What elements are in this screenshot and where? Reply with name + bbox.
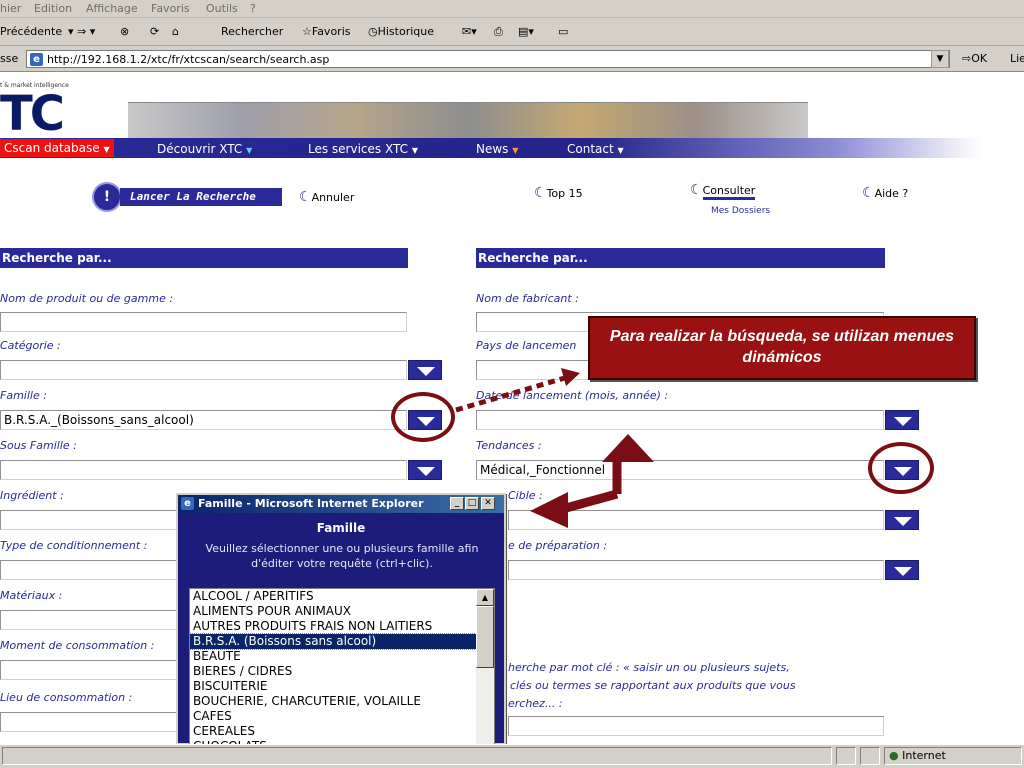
status-text-cell bbox=[2, 747, 832, 765]
elbow-arrow-left-head bbox=[530, 492, 568, 528]
family-listbox[interactable]: ALCOOL / APERITIFS ALIMENTS POUR ANIMAUX A… bbox=[189, 588, 495, 745]
status-cell-blank-1 bbox=[836, 747, 856, 765]
scroll-up-icon[interactable]: ▲ bbox=[476, 589, 494, 606]
maximize-icon[interactable]: □ bbox=[465, 497, 479, 510]
status-bar: ● Internet bbox=[0, 744, 1024, 768]
callout-box: Para realizar la búsqueda, se utilizan m… bbox=[588, 316, 976, 380]
elbow-arrow-shaft bbox=[564, 462, 622, 513]
status-zone-label: Internet bbox=[902, 749, 946, 762]
popup-title-bar[interactable]: e Famille - Microsoft Internet Explorer … bbox=[178, 495, 504, 513]
dotted-arrow-head bbox=[561, 368, 580, 386]
list-item[interactable]: BOUCHERIE, CHARCUTERIE, VOLAILLE bbox=[190, 694, 494, 709]
dotted-arrow-line bbox=[455, 374, 569, 413]
list-item[interactable]: ALCOOL / APERITIFS bbox=[190, 589, 494, 604]
scroll-thumb[interactable] bbox=[476, 606, 494, 668]
popup-heading: Famille bbox=[316, 521, 366, 535]
elbow-arrow-up-head bbox=[602, 434, 654, 462]
globe-icon: ● bbox=[889, 749, 899, 762]
close-icon[interactable]: ✕ bbox=[481, 497, 495, 510]
list-item[interactable]: CEREALES bbox=[190, 724, 494, 739]
family-popup-window: e Famille - Microsoft Internet Explorer … bbox=[176, 493, 506, 745]
popup-instructions: Veuillez sélectionner une ou plusieurs f… bbox=[205, 542, 479, 570]
minimize-icon[interactable]: _ bbox=[450, 497, 464, 510]
listbox-scrollbar[interactable]: ▲ bbox=[476, 589, 494, 744]
list-item[interactable]: AUTRES PRODUITS FRAIS NON LAITIERS bbox=[190, 619, 494, 634]
list-items: ALCOOL / APERITIFS ALIMENTS POUR ANIMAUX A… bbox=[190, 589, 494, 744]
status-cell-blank-2 bbox=[860, 747, 880, 765]
list-item[interactable]: B.R.S.A. (Boissons sans alcool) bbox=[190, 633, 494, 650]
popup-title-text: Famille - Microsoft Internet Explorer bbox=[198, 497, 424, 510]
list-item[interactable]: BEAUTE bbox=[190, 649, 494, 664]
status-zone: ● Internet bbox=[884, 747, 1022, 765]
list-item[interactable]: ALIMENTS POUR ANIMAUX bbox=[190, 604, 494, 619]
ie-window-icon: e bbox=[181, 497, 194, 510]
annotation-arrows bbox=[455, 368, 654, 528]
list-item[interactable]: BIERES / CIDRES bbox=[190, 664, 494, 679]
list-item[interactable]: BISCUITERIE bbox=[190, 679, 494, 694]
list-item[interactable]: CAFES bbox=[190, 709, 494, 724]
